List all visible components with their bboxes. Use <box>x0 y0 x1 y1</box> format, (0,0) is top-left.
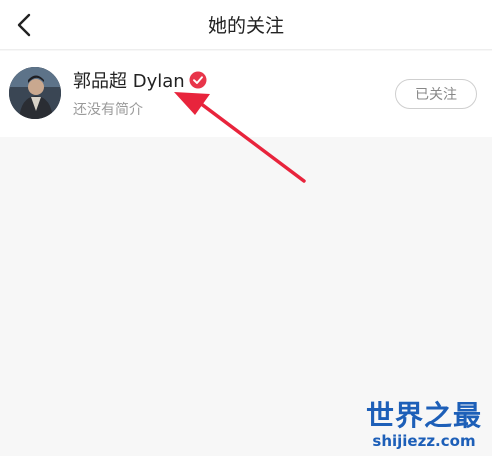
watermark-title: 世界之最 <box>365 399 482 432</box>
following-button[interactable]: 已关注 <box>395 79 477 109</box>
user-bio: 还没有简介 <box>73 102 143 118</box>
watermark: 世界之最 shijiezz.com <box>365 399 482 451</box>
watermark-url: shijiezz.com <box>372 432 476 450</box>
avatar[interactable] <box>9 67 61 119</box>
verified-check-icon <box>189 71 207 89</box>
top-bar: 她的关注 <box>0 0 492 50</box>
page-title: 她的关注 <box>207 15 284 37</box>
user-name[interactable]: 郭品超 Dylan <box>73 67 185 93</box>
list-item[interactable]: 郭品超 Dylan 还没有简介 已关注 <box>0 51 492 137</box>
name-line: 郭品超 Dylan <box>73 67 207 93</box>
avatar-photo-icon <box>9 67 61 119</box>
